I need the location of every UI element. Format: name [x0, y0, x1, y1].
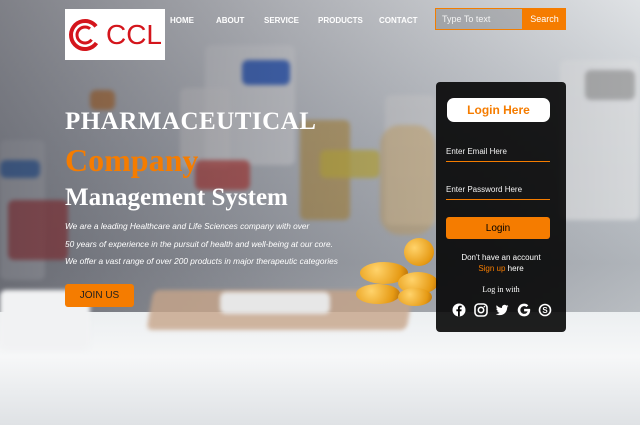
skype-icon[interactable]: S — [538, 303, 552, 317]
login-with-label: Log in with — [482, 285, 520, 294]
login-panel-title: Login Here — [447, 98, 550, 122]
hero-title-line3: Management System — [65, 184, 288, 211]
social-login-row: S — [452, 303, 552, 317]
hero-description-line3: We offer a vast range of over 200 produc… — [65, 256, 338, 266]
hero-description-line2: 50 years of experience in the pursuit of… — [65, 239, 333, 249]
signup-row: Sign up here — [436, 264, 566, 273]
nav-products[interactable]: PRODUCTS — [318, 16, 363, 25]
nav-home[interactable]: HOME — [170, 16, 194, 25]
email-field[interactable] — [446, 142, 550, 162]
login-panel: Login Here Login Don't have an account S… — [436, 82, 566, 332]
nav-about[interactable]: ABOUT — [216, 16, 244, 25]
join-us-button[interactable]: JOIN US — [65, 284, 134, 307]
hero-description-line1: We are a leading Healthcare and Life Sci… — [65, 221, 310, 231]
signup-link[interactable]: Sign up — [478, 264, 505, 273]
google-icon[interactable] — [517, 303, 531, 317]
twitter-icon[interactable] — [495, 303, 509, 317]
instagram-icon[interactable] — [473, 303, 488, 317]
nav-contact[interactable]: CONTACT — [379, 16, 418, 25]
search-button[interactable]: Search — [523, 8, 566, 30]
hero-title-line2: Company — [65, 142, 199, 178]
hero-title-line1: PHARMACEUTICAL — [65, 108, 317, 135]
login-button[interactable]: Login — [446, 217, 550, 239]
password-field[interactable] — [446, 180, 550, 200]
svg-text:S: S — [542, 306, 548, 315]
brand-logo[interactable]: CCL — [65, 9, 165, 60]
nav-service[interactable]: SERVICE — [264, 16, 299, 25]
no-account-text: Don't have an account — [461, 253, 541, 262]
facebook-icon[interactable] — [452, 303, 466, 317]
search-input[interactable] — [435, 8, 523, 30]
logo-text: CCL — [105, 18, 162, 50]
ccl-logo-icon — [68, 18, 101, 51]
signup-suffix: here — [505, 264, 524, 273]
